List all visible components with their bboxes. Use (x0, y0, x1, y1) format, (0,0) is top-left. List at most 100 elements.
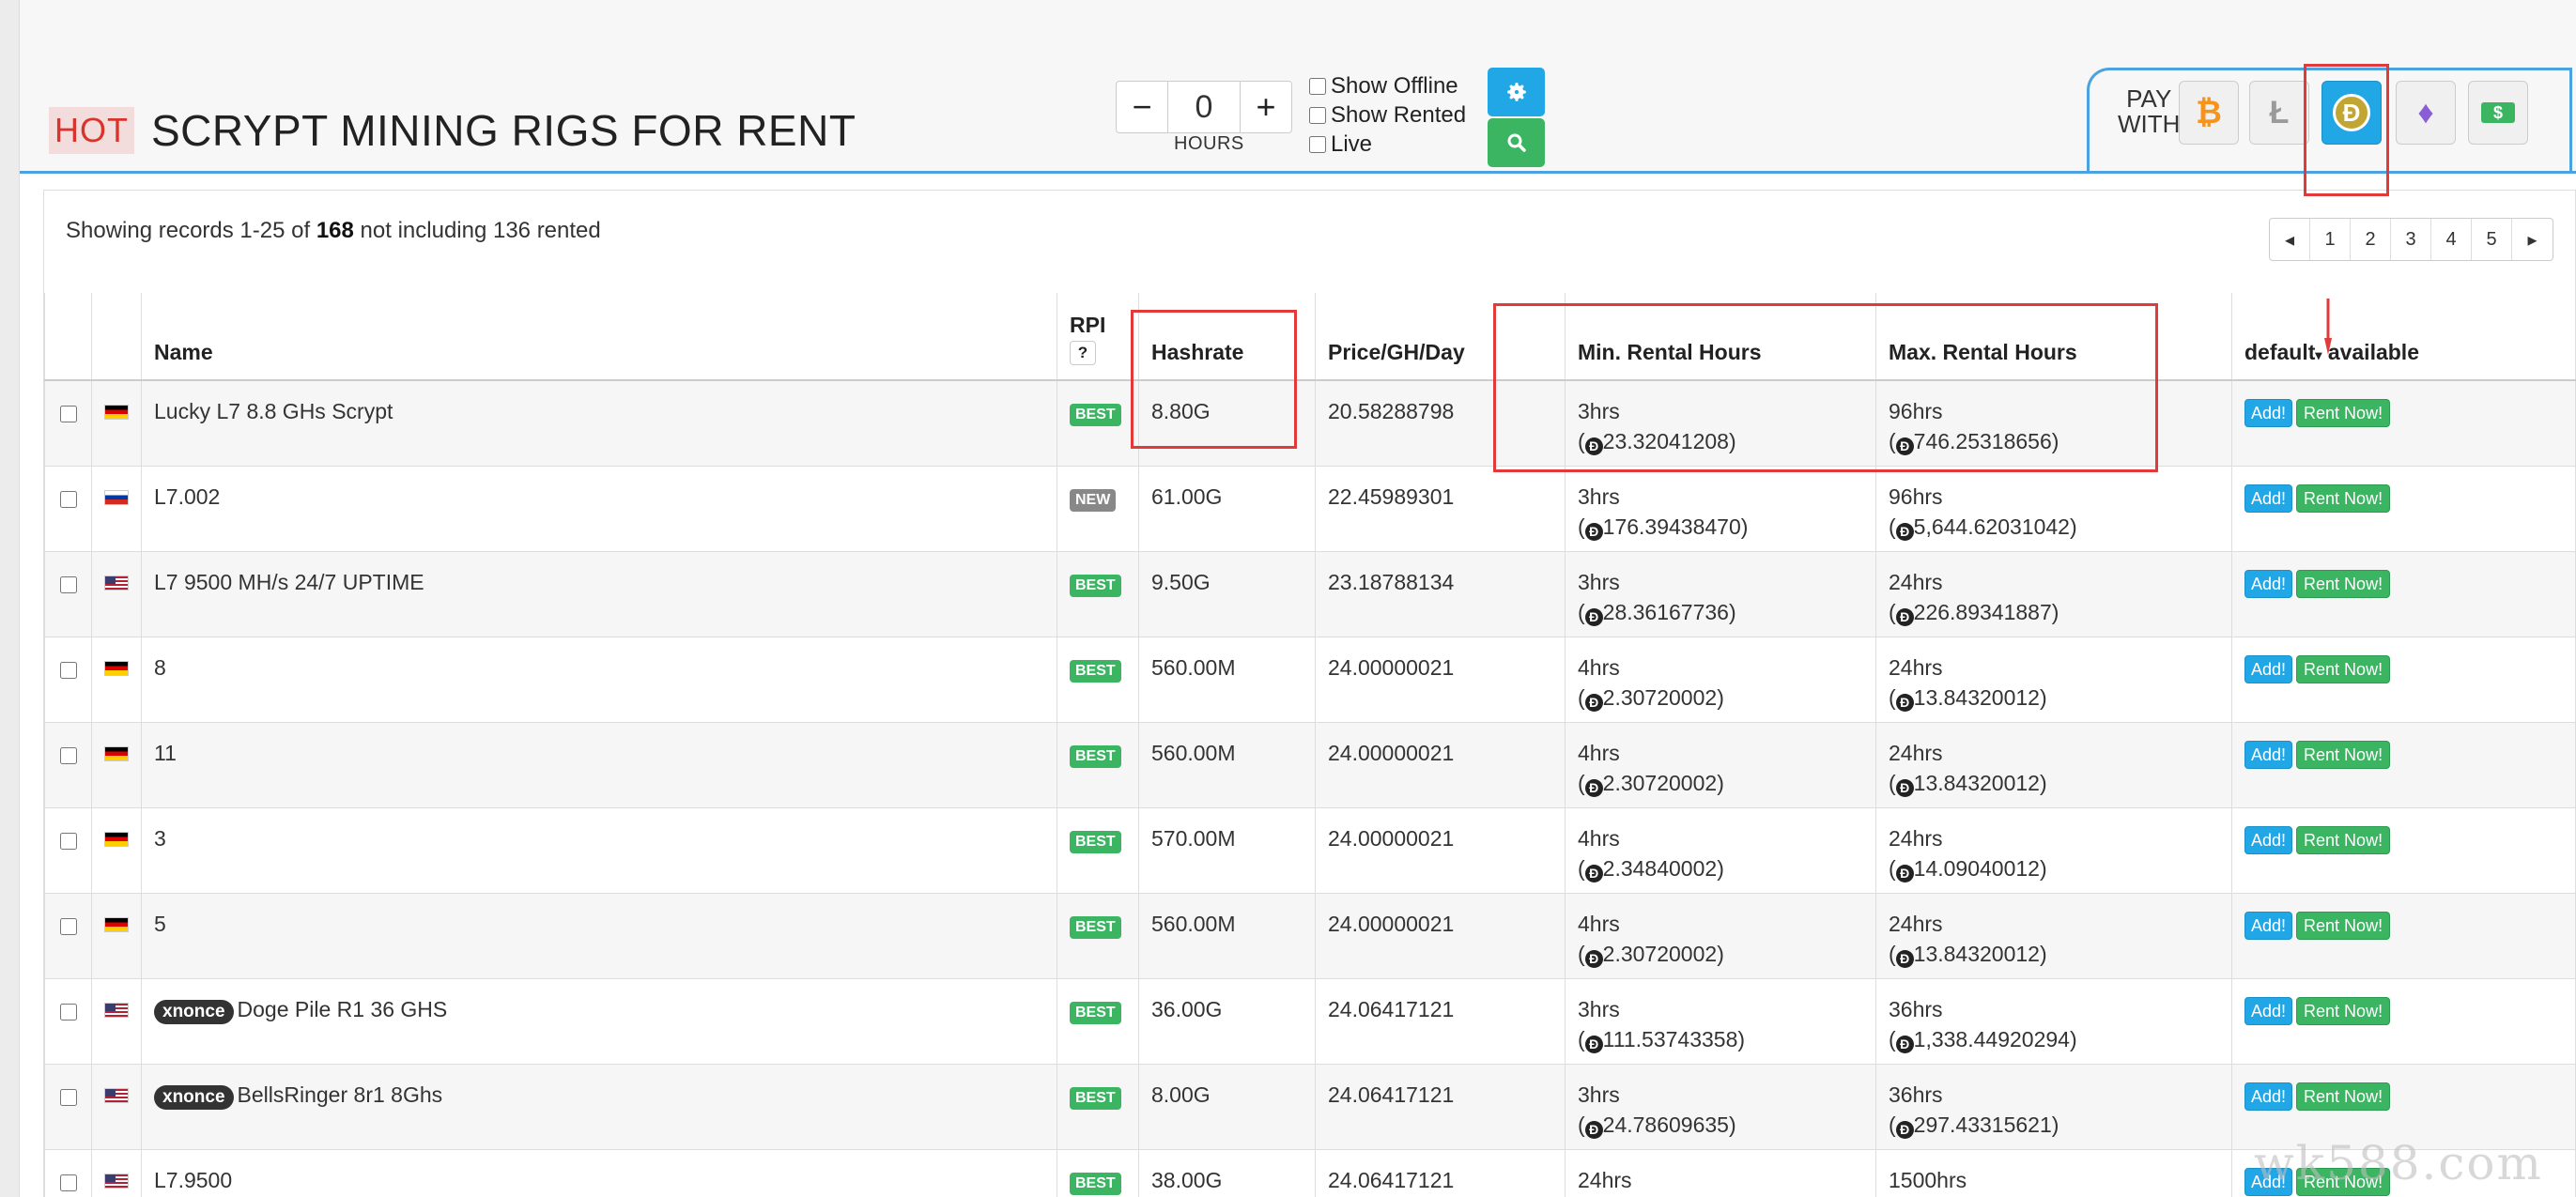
name-column-header[interactable]: Name (141, 293, 1057, 381)
show-rented-option[interactable]: Show Rented (1309, 100, 1466, 130)
min-cost-value: 2.30720002 (1602, 941, 1718, 966)
row-select-checkbox[interactable] (59, 1003, 77, 1021)
add-button[interactable]: Add! (2244, 654, 2293, 683)
price-column-header[interactable]: Price/GH/Day (1315, 293, 1566, 381)
min-hours-column-header[interactable]: Min. Rental Hours (1565, 293, 1876, 381)
rig-name-link[interactable]: Lucky L7 8.8 GHs Scrypt (154, 399, 393, 423)
table-body: Lucky L7 8.8 GHs Scrypt BEST 8.80G 20.58… (44, 380, 2576, 1197)
show-rented-checkbox[interactable] (1309, 106, 1326, 124)
add-button[interactable]: Add! (2244, 825, 2293, 854)
row-select-checkbox[interactable] (59, 490, 77, 508)
max-hours: 24hrs (1889, 569, 1943, 594)
table-row: L7.002 NEW 61.00G 22.45989301 3hrs (Ð 176.… (44, 466, 2576, 551)
actions-cell: Add! Rent Now! (2231, 466, 2576, 551)
rig-name-link[interactable]: L7.9500 (154, 1168, 232, 1192)
hours-input[interactable]: 0 (1167, 82, 1241, 132)
rig-name-link[interactable]: BellsRinger 8r1 8Ghs (238, 1082, 443, 1107)
rent-now-button[interactable]: Rent Now! (2296, 740, 2391, 769)
hashrate-cell: 560.00M (1138, 722, 1316, 807)
row-select-checkbox[interactable] (59, 917, 77, 935)
min-hours-cell: 4hrs (Ð 2.30720002) (1565, 637, 1876, 722)
row-select-checkbox[interactable] (59, 832, 77, 850)
max-cost-value: 13.84320012 (1913, 684, 2040, 710)
rpi-column-header[interactable]: RPI ? (1057, 293, 1139, 381)
rent-now-button[interactable]: Rent Now! (2296, 911, 2391, 940)
row-select-checkbox[interactable] (59, 575, 77, 593)
table-header-row: Name RPI ? Hashrate Price/GH/Day Min. Re… (44, 293, 2576, 381)
rig-name-link[interactable]: 5 (154, 912, 166, 936)
row-flag-cell (91, 380, 142, 466)
min-cost-value: 176.39438470 (1602, 514, 1741, 539)
table-row: L7.9500 BEST 38.00G 24.06417121 24hrs 15… (44, 1149, 2576, 1197)
max-hours-column-header[interactable]: Max. Rental Hours (1875, 293, 2232, 381)
pay-dogecoin-button[interactable]: Ð (2321, 81, 2382, 145)
pay-cash-button[interactable]: $ (2468, 81, 2528, 145)
show-offline-checkbox[interactable] (1309, 77, 1326, 95)
rent-now-button[interactable]: Rent Now! (2296, 825, 2391, 854)
max-hours: 96hrs (1889, 483, 1943, 509)
max-hours: 24hrs (1889, 654, 1943, 680)
max-cost: (Ð 297.43315621) (1889, 1112, 2059, 1139)
row-select-checkbox[interactable] (59, 406, 77, 422)
settings-button[interactable] (1488, 68, 1545, 116)
min-hours-cell: 3hrs (Ð 28.36167736) (1565, 551, 1876, 637)
add-button[interactable]: Add! (2244, 399, 2293, 427)
live-checkbox[interactable] (1309, 135, 1326, 153)
status-sort-label[interactable]: default (2244, 340, 2315, 364)
add-button[interactable]: Add! (2244, 911, 2293, 940)
search-button[interactable] (1488, 118, 1545, 167)
page-prev-button[interactable]: ◂ (2270, 219, 2310, 260)
rent-now-button[interactable]: Rent Now! (2296, 996, 2391, 1025)
rent-now-button[interactable]: Rent Now! (2296, 1082, 2391, 1111)
pay-bitcoin-button[interactable]: ₿ (2179, 81, 2239, 145)
hours-decrement-button[interactable]: − (1117, 82, 1167, 132)
status-column-header[interactable]: default▾ available (2231, 293, 2576, 381)
page-4-button[interactable]: 4 (2431, 219, 2472, 260)
rent-now-button[interactable]: Rent Now! (2296, 654, 2391, 683)
rent-now-button[interactable]: Rent Now! (2296, 483, 2391, 513)
add-button[interactable]: Add! (2244, 483, 2293, 513)
row-select-checkbox[interactable] (59, 661, 77, 679)
max-hours: 24hrs (1889, 825, 1943, 851)
dogecoin-icon: Ð (1584, 1035, 1603, 1053)
add-button[interactable]: Add! (2244, 1082, 2293, 1111)
flag-de-icon (104, 745, 129, 761)
rent-now-button[interactable]: Rent Now! (2296, 399, 2391, 427)
min-hours-cell: 3hrs (Ð 23.32041208) (1565, 380, 1876, 466)
page-1-button[interactable]: 1 (2310, 219, 2351, 260)
page-5-button[interactable]: 5 (2472, 219, 2512, 260)
actions-cell: Add! Rent Now! (2231, 380, 2576, 466)
hashrate-cell: 9.50G (1138, 551, 1316, 637)
flag-us-icon (104, 1087, 129, 1103)
page-next-button[interactable]: ▸ (2512, 219, 2553, 260)
live-option[interactable]: Live (1309, 130, 1466, 159)
pay-litecoin-button[interactable]: Ł (2249, 81, 2309, 145)
pay-ethereum-button[interactable]: ♦ (2396, 81, 2456, 145)
table-row: 8 BEST 560.00M 24.00000021 4hrs (Ð 2.30720… (44, 637, 2576, 722)
rig-name-link[interactable]: 3 (154, 826, 166, 851)
hashrate-cell: 560.00M (1138, 893, 1316, 978)
hashrate-column-header[interactable]: Hashrate (1138, 293, 1316, 381)
rig-name-link[interactable]: L7.002 (154, 484, 220, 509)
row-select-checkbox[interactable] (59, 1174, 77, 1191)
row-flag-cell (91, 466, 142, 551)
row-select-checkbox[interactable] (59, 746, 77, 764)
pagination: ◂ 1 2 3 4 5 ▸ (2269, 218, 2553, 261)
min-cost: (Ð 176.39438470) (1578, 514, 1749, 541)
hours-increment-button[interactable]: + (1241, 82, 1291, 132)
add-button[interactable]: Add! (2244, 569, 2293, 598)
rent-now-button[interactable]: Rent Now! (2296, 569, 2391, 598)
min-hours-cell: 4hrs (Ð 2.34840002) (1565, 807, 1876, 893)
add-button[interactable]: Add! (2244, 996, 2293, 1025)
rig-name-link[interactable]: Doge Pile R1 36 GHS (238, 997, 448, 1021)
row-select-checkbox[interactable] (59, 1088, 77, 1106)
rig-name-link[interactable]: 11 (154, 741, 177, 765)
rig-name-link[interactable]: 8 (154, 655, 166, 680)
page-3-button[interactable]: 3 (2391, 219, 2431, 260)
add-button[interactable]: Add! (2244, 740, 2293, 769)
max-hours: 36hrs (1889, 1082, 1943, 1107)
show-offline-option[interactable]: Show Offline (1309, 71, 1466, 100)
rig-name-link[interactable]: L7 9500 MH/s 24/7 UPTIME (154, 570, 424, 594)
rpi-help-button[interactable]: ? (1070, 341, 1096, 365)
page-2-button[interactable]: 2 (2351, 219, 2391, 260)
